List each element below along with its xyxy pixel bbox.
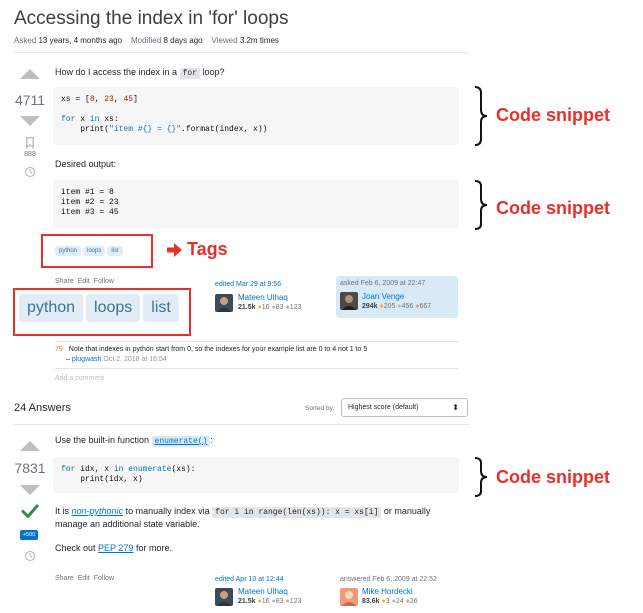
share-link[interactable]: Share: [55, 575, 74, 582]
modified-value: 8 days ago: [163, 36, 203, 45]
asked-date-label[interactable]: asked Feb 6, 2009 at 22:47: [340, 280, 425, 287]
question-post-links: Share Edit Follow: [55, 278, 118, 285]
editor-reputation: 21.5k ●16 ●83 ●123: [238, 598, 302, 605]
code-block: xs = [8, 23, 45] for x in xs: print("ite…: [53, 87, 459, 145]
avatar[interactable]: [340, 588, 358, 606]
asker-reputation: 294k ●205 ●456 ●667: [362, 303, 432, 310]
answer-intro: Use the built-in function enumerate():: [55, 435, 213, 447]
tag-python[interactable]: python: [19, 294, 84, 322]
answer-post-links: Share Edit Follow: [55, 575, 118, 582]
tag-list-zoomed: python loops list: [19, 294, 182, 322]
bounty-badge[interactable]: +500: [20, 530, 38, 540]
divider: [55, 341, 459, 342]
downvote-button[interactable]: [20, 116, 40, 126]
history-icon[interactable]: [24, 166, 36, 178]
pep-279-link[interactable]: PEP 279: [98, 543, 133, 553]
editor-reputation: 21.5k ●16 ●83 ●123: [238, 304, 302, 311]
history-icon[interactable]: [24, 550, 36, 562]
tag-list: python loops list: [55, 244, 125, 256]
question-score: 4711: [14, 92, 46, 108]
inline-code: for i in range(len(xs)): x = xs[i]: [212, 507, 382, 518]
tag-python[interactable]: python: [55, 246, 82, 256]
answerer-name[interactable]: Mike Hordecki: [362, 587, 413, 596]
asker-name[interactable]: Joan Venge: [362, 292, 404, 301]
non-pythonic-link[interactable]: non-pythonic: [72, 506, 124, 516]
answer-paragraph-2: Check out PEP 279 for more.: [55, 543, 172, 553]
editor-name[interactable]: Mateen Ulhaq: [238, 587, 288, 596]
answer-paragraph-1: It is non-pythonic to manually index via…: [55, 506, 431, 518]
brace-icon: [474, 86, 488, 146]
desired-output-label: Desired output:: [55, 159, 117, 169]
code-block-output: item #1 = 8 item #2 = 23 item #3 = 45: [53, 180, 459, 228]
follow-link[interactable]: Follow: [94, 575, 114, 582]
question-body-text: How do I access the index in a for loop?: [55, 67, 225, 79]
divider: [14, 424, 469, 425]
answers-count: 24 Answers: [14, 402, 71, 414]
share-link[interactable]: Share: [55, 278, 74, 285]
comment-user[interactable]: plugwash: [72, 356, 102, 363]
comment-score: 79: [55, 346, 63, 353]
comment-text: Note that indexes in python start from 0…: [68, 346, 368, 353]
sort-select[interactable]: Highest score (default) ⬍: [341, 398, 468, 417]
divider: [14, 52, 469, 53]
tag-loops[interactable]: loops: [83, 246, 106, 256]
avatar[interactable]: [215, 294, 233, 312]
arrow-right-icon: [167, 243, 182, 257]
code-snippet-annotation: Code snippet: [496, 467, 611, 487]
divider: [55, 368, 459, 369]
add-comment-link[interactable]: Add a comment: [55, 375, 104, 382]
sort-label: Sorted by:: [305, 405, 335, 412]
edit-link[interactable]: Edit: [78, 278, 90, 285]
code-snippet-annotation: Code snippet: [496, 198, 611, 218]
brace-icon: [474, 180, 488, 230]
tags-annotation-label: Tags: [187, 239, 228, 259]
edited-label[interactable]: edited Apr 10 at 12:44: [215, 576, 284, 583]
bookmark-count: 888: [24, 151, 36, 158]
follow-link[interactable]: Follow: [94, 278, 114, 285]
inline-code: for: [179, 68, 200, 79]
question-meta: Asked 13 years, 4 months ago Modified 8 …: [14, 36, 279, 45]
viewed-value: 3.2m times: [239, 36, 279, 45]
downvote-button[interactable]: [20, 485, 40, 495]
bookmark-icon[interactable]: [25, 137, 35, 149]
inline-code-link[interactable]: enumerate(): [151, 436, 211, 447]
comment-time[interactable]: Oct 2, 2018 at 16:54: [103, 356, 166, 363]
edited-label[interactable]: edited Mar 29 at 9:56: [215, 281, 281, 288]
accepted-check-icon: [21, 504, 39, 518]
tag-loops[interactable]: loops: [86, 294, 141, 322]
code-snippet-annotation: Code snippet: [496, 105, 611, 125]
avatar[interactable]: [340, 292, 358, 310]
comment-author-line: – plugwash Oct 2, 2018 at 16:54: [66, 356, 167, 363]
answer-score: 7831: [14, 460, 46, 476]
answerer-reputation: 83.6k ●3 ●24 ●26: [362, 598, 418, 605]
edit-link[interactable]: Edit: [78, 575, 90, 582]
code-block: for idx, x in enumerate(xs): print(idx, …: [53, 457, 459, 493]
editor-name[interactable]: Mateen Ulhaq: [238, 293, 288, 302]
sort-arrows-icon: ⬍: [452, 403, 459, 412]
brace-icon: [474, 457, 488, 497]
upvote-button[interactable]: [20, 69, 40, 79]
tag-list[interactable]: list: [143, 294, 179, 322]
answer-paragraph-1-line2: manage an additional state variable.: [55, 519, 200, 529]
tag-list[interactable]: list: [107, 246, 123, 256]
avatar[interactable]: [215, 588, 233, 606]
upvote-button[interactable]: [20, 441, 40, 451]
comment: 79 Note that indexes in python start from…: [55, 345, 367, 355]
asked-value: 13 years, 4 months ago: [38, 36, 123, 45]
answered-date-label[interactable]: answered Feb 6, 2009 at 22:52: [340, 576, 437, 583]
page-title: Accessing the index in 'for' loops: [14, 8, 289, 29]
